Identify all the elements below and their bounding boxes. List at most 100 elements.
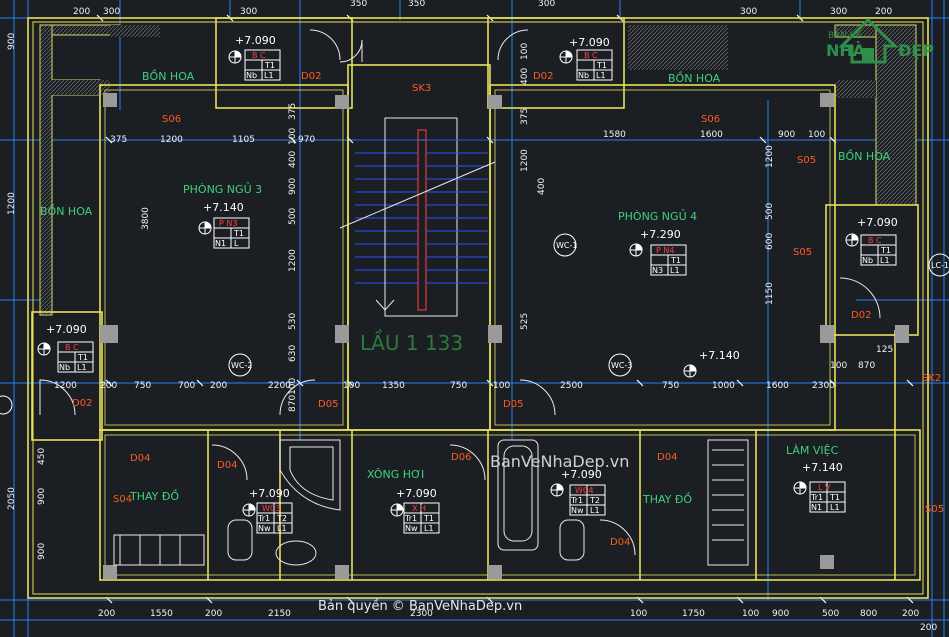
dim-bottom-1: 200 [98, 609, 115, 619]
dim-row2-3: 750 [134, 381, 151, 391]
level-9: +7.090 [396, 487, 437, 500]
dim-row2-9: 750 [450, 381, 467, 391]
window-s06-a: S06 [162, 114, 181, 125]
door-d04-c: D04 [657, 452, 677, 463]
tag-wc3-r2: L1 [277, 524, 287, 533]
dim-row1-1: 375 [110, 135, 127, 145]
tag-bc2-name: B C [584, 51, 598, 60]
tag-bc3-name: B C [868, 236, 882, 245]
dim-v-left-2: 3800 [141, 207, 151, 230]
dim-bottom-11: 800 [860, 609, 877, 619]
dim-top-1: 200 [73, 7, 90, 17]
room-bon-hoa-1: BỒN HOA [142, 69, 195, 83]
dim-v-mid-14: 1200 [520, 149, 530, 172]
tag-lv-name: L V [818, 483, 831, 492]
tag-bc1-r1: Nb [246, 71, 257, 80]
dim-v-left-4: 900 [37, 488, 47, 505]
door-d02-d: D02 [72, 398, 92, 409]
tag-bc2-r1: Nb [578, 71, 589, 80]
tag-bc3-r2: L1 [880, 256, 890, 265]
tag-pn4-r1: N3 [652, 266, 663, 275]
dim-bottom-13: 200 [920, 623, 937, 633]
logo-line1: BẢN VẼ [828, 29, 862, 41]
tag-wc4-r2: L1 [590, 506, 600, 515]
logo-line3: ĐẸP [898, 41, 934, 60]
dim-right-3: 125 [876, 345, 893, 355]
drawing-background [0, 0, 949, 637]
tag-wc4-r1: Nw [571, 506, 584, 515]
dim-v-mid-5: 500 [288, 208, 298, 225]
dim-v-left-6: 1200 [7, 192, 17, 215]
dim-row2-8: 1350 [382, 381, 405, 391]
tag-lv-t2: T1 [829, 493, 840, 502]
dim-top-6: 300 [538, 0, 555, 9]
level-5: +7.090 [857, 216, 898, 229]
dim-row2-1: 1200 [54, 381, 77, 391]
dim-row1-7: 900 [778, 130, 795, 140]
callout-wc3: WC-3 [611, 361, 632, 370]
level-8: +7.090 [249, 487, 290, 500]
window-s05-a: S05 [797, 155, 816, 166]
dim-row2-7: 100 [343, 381, 360, 391]
dim-row1-2: 1200 [160, 135, 183, 145]
tag-pn4-r2: L1 [670, 266, 680, 275]
dim-bottom-8: 100 [742, 609, 759, 619]
room-bon-hoa-4: BỒN HOA [40, 204, 93, 218]
dim-v-mid-16: 500 [765, 203, 775, 220]
dim-row1-6: 1600 [700, 130, 723, 140]
dim-bottom-6: 100 [630, 609, 647, 619]
dim-top-8: 300 [830, 7, 847, 17]
callout-wc2: WC-2 [231, 361, 252, 370]
level-11: +7.140 [802, 461, 843, 474]
tag-wc3-t1: Tr1 [257, 514, 270, 523]
room-thay-do-2: THAY ĐỒ [642, 492, 692, 506]
dim-row2-11: 2500 [560, 381, 583, 391]
tag-pn3-r2: L [234, 239, 239, 248]
dim-right-2: 100 [830, 361, 847, 371]
tag-wc3-r1: Nw [258, 524, 271, 533]
tag-pn4-name: P N4 [656, 246, 674, 255]
tag-bc2-t1: T1 [596, 61, 607, 70]
tag-bc3-r1: Nb [862, 256, 873, 265]
tag-bc4-name: B C [65, 343, 79, 352]
tag-pn4-t1: T1 [670, 256, 681, 265]
dim-v-left-5: 450 [37, 448, 47, 465]
level-6: +7.090 [46, 323, 87, 336]
dim-top-4: 350 [350, 0, 367, 9]
dim-row2-10: 100 [493, 381, 510, 391]
dim-top-9: 200 [875, 7, 892, 17]
tag-wc4-t1: Tr1 [570, 496, 583, 505]
tag-bc1-name: B C [252, 51, 266, 60]
tag-lv-r2: L1 [830, 503, 840, 512]
door-d02-b: D02 [533, 71, 553, 82]
tag-bc2-r2: L1 [596, 71, 606, 80]
dim-v-mid-17: 600 [765, 233, 775, 250]
logo-line2: NHÀ [826, 41, 866, 60]
dim-v-mid-12: 400 [520, 68, 530, 85]
dim-bottom-4: 2150 [268, 609, 291, 619]
dim-row1-5: 1580 [603, 130, 626, 140]
room-xong-hoi: XÔNG HƠI [367, 468, 424, 481]
door-d04-b: D04 [217, 460, 237, 471]
window-sk3: SK3 [412, 83, 431, 94]
floor-plan-drawing: 200 300 300 350 350 300 300 300 200 375 … [0, 0, 949, 637]
dim-row2-13: 1000 [712, 381, 735, 391]
tag-pn3-r1: N1 [215, 239, 226, 248]
callout-lc1: LC-1 [931, 261, 949, 270]
tag-xh-r2: L1 [424, 524, 434, 533]
dim-row1-8: 100 [808, 130, 825, 140]
dim-row2-15: 2300 [812, 381, 835, 391]
dim-row2-4: 700 [178, 381, 195, 391]
dim-v-mid-19: 1150 [765, 282, 775, 305]
window-s05-c: S05 [925, 504, 944, 515]
tag-bc4-t1: T1 [77, 353, 88, 362]
tag-xh-t1: Tr1 [404, 514, 417, 523]
dim-right-1: 870 [858, 361, 875, 371]
dim-v-mid-3: 400 [288, 151, 298, 168]
tag-bc3-t1: T1 [880, 246, 891, 255]
dim-v-mid-18: 1200 [765, 145, 775, 168]
dim-v-left-3: 2050 [7, 487, 17, 510]
window-s06-b: S06 [701, 114, 720, 125]
tag-wc4-t2: T2 [589, 496, 600, 505]
door-d05-b: D05 [503, 399, 523, 410]
